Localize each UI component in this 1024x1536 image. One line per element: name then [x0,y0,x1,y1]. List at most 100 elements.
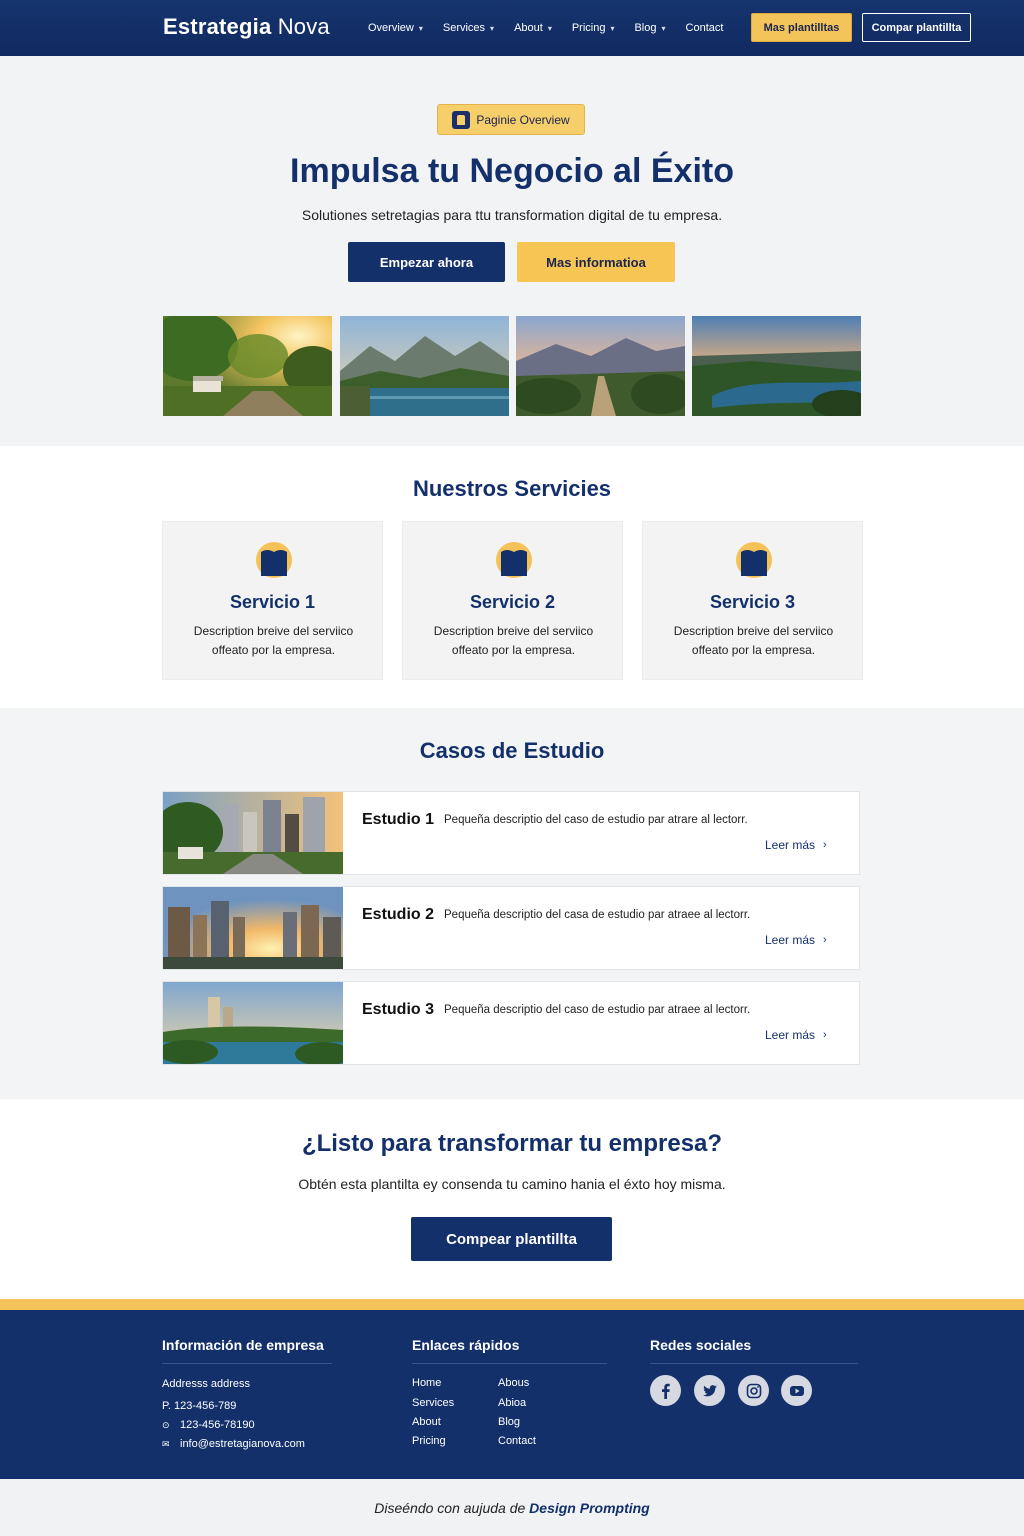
top-navbar: Estrategia Nova Overview ▾ Services ▾ Abou… [0,0,1024,56]
footer-links-title: Enlaces rápidos [412,1337,520,1353]
gallery-image-lake [340,316,509,416]
footer-link-abous[interactable]: Abous [498,1377,529,1389]
nav-contact[interactable]: Contact [686,22,724,34]
service-name: Servicio 2 [469,592,556,612]
read-more-link[interactable]: Leer más › [765,838,827,852]
credit-bar: Diseéndo con aujuda de Design Prompting [0,1479,1024,1536]
cta-title: ¿Listo para transformar tu empresa? [301,1130,723,1157]
read-more-label: Leer más [765,933,816,947]
footer-link-abioa[interactable]: Abioa [498,1397,526,1409]
service-icon [496,542,532,578]
chevron-right-icon: › [823,934,827,946]
nav-overview-label: Overview [368,22,414,34]
badge-label: Paginie Overview [476,112,570,127]
cta-subtitle: Obtén esta plantilta ey consenda tu cami… [298,1176,726,1192]
service-description: Description breive del serviico offeato … [433,624,594,657]
service-description: Description breive del serviico offeato … [673,624,834,657]
footer-phone-2-label: 123-456-78190 [180,1419,255,1431]
credit-brand-link[interactable]: Design Prompting [529,1500,650,1516]
footer-email[interactable]: ✉ info@estretagianova.com [162,1438,305,1450]
nav-blog-label: Blog [634,22,657,34]
service-description: Description breive del serviico offeato … [193,624,354,657]
case-study-description: Pequeña descriptio del casa de estudio p… [444,909,751,921]
footer-company-title: Información de empresa [162,1337,324,1353]
chevron-down-icon: ▾ [661,23,666,33]
footer-social-title: Redes sociales [650,1337,752,1353]
case-study-title: Estudio 2 [362,906,435,923]
chevron-right-icon: › [823,1029,827,1041]
service-card[interactable]: Servicio 1 Description breive del servii… [162,521,383,680]
case-study-card[interactable]: Estudio 3 Pequeña descriptio del caso de… [162,981,860,1065]
nav-services[interactable]: Services ▾ [443,22,494,34]
divider [162,1363,332,1364]
hero-title: Impulsa tu Negocio al Éxito [290,152,734,190]
case-studies-title: Casos de Estudio [419,738,605,763]
more-info-button[interactable]: Mas informatioa [517,242,675,282]
footer-link-home[interactable]: Home [412,1377,441,1389]
chevron-right-icon: › [823,839,827,851]
nav-about-label: About [514,22,543,34]
youtube-icon[interactable] [781,1375,812,1406]
hero-section: Paginie Overview Impulsa tu Negocio al É… [0,56,1024,446]
read-more-label: Leer más [765,838,816,852]
gallery-image-river [692,316,861,416]
case-study-image-city-park [163,792,343,874]
case-study-title: Estudio 1 [362,811,435,828]
page-badge: Paginie Overview [437,104,585,135]
nav-blog[interactable]: Blog ▾ [634,22,665,34]
divider [650,1363,858,1364]
footer-link-about[interactable]: About [412,1416,441,1428]
footer-phone: P. 123-456-789 [162,1400,237,1412]
brand-name-bold: Estrategia [163,14,272,39]
more-templates-button[interactable]: Mas plantilltas [751,13,852,42]
footer-address: Addresss address [162,1378,251,1390]
divider [412,1363,607,1364]
read-more-link[interactable]: Leer más › [765,933,827,947]
service-card[interactable]: Servicio 2 Description breive del servii… [402,521,623,680]
case-study-description: Pequeña descriptio del caso de estudio p… [444,1004,751,1016]
footer-link-pricing[interactable]: Pricing [412,1435,446,1447]
mail-icon: ✉ [162,1438,170,1449]
footer-email-label: info@estretagianova.com [180,1438,305,1450]
case-studies-section: Casos de Estudio Estudio 1 Pequeña descr… [0,708,1024,1099]
brand-name-light: Nova [277,14,330,39]
chevron-down-icon: ▾ [610,23,615,33]
facebook-icon[interactable] [650,1375,681,1406]
brand-logo[interactable]: Estrategia Nova [163,14,330,40]
twitter-icon[interactable] [694,1375,725,1406]
nav-about[interactable]: About ▾ [514,22,552,34]
service-name: Servicio 1 [229,592,316,612]
badge-icon [452,110,471,129]
footer: Información de empresa Addresss address … [0,1310,1024,1479]
credit-text: Diseéndo con aujuda de Design Prompting [0,1500,1024,1516]
footer-link-blog[interactable]: Blog [498,1416,520,1428]
hero-gallery [163,316,861,416]
location-icon: ⊙ [162,1419,170,1430]
instagram-icon[interactable] [738,1375,769,1406]
case-study-image-city-sunset [163,887,343,969]
footer-link-contact[interactable]: Contact [498,1435,536,1447]
gallery-image-valley [516,316,685,416]
credit-prefix: Diseéndo con aujuda de [374,1500,526,1516]
nav-overview[interactable]: Overview ▾ [368,22,423,34]
read-more-label: Leer más [765,1028,816,1042]
gallery-image-forest [163,316,332,416]
footer-link-services[interactable]: Services [412,1397,454,1409]
read-more-link[interactable]: Leer más › [765,1028,827,1042]
case-study-description: Pequeña descriptio del caso de estudio p… [444,814,748,826]
nav-pricing[interactable]: Pricing ▾ [572,22,615,34]
nav-links: Overview ▾ Services ▾ About ▾ Pricing ▾ Blog… [368,0,743,56]
service-icon [256,542,292,578]
nav-contact-label: Contact [685,22,724,34]
chevron-down-icon: ▾ [490,23,495,33]
case-study-title: Estudio 3 [362,1001,435,1018]
service-card[interactable]: Servicio 3 Description breive del servii… [642,521,863,680]
case-study-card[interactable]: Estudio 1 Pequeña descriptio del caso de… [162,791,860,875]
buy-template-nav-button[interactable]: Compar plantillta [862,13,971,42]
nav-pricing-label: Pricing [571,22,606,34]
case-study-image-river-city [163,982,343,1064]
case-study-card[interactable]: Estudio 2 Pequeña descriptio del casa de… [162,886,860,970]
start-now-button[interactable]: Empezar ahora [348,242,505,282]
buy-template-button[interactable]: Compear plantillta [411,1217,612,1261]
nav-services-label: Services [442,22,486,34]
